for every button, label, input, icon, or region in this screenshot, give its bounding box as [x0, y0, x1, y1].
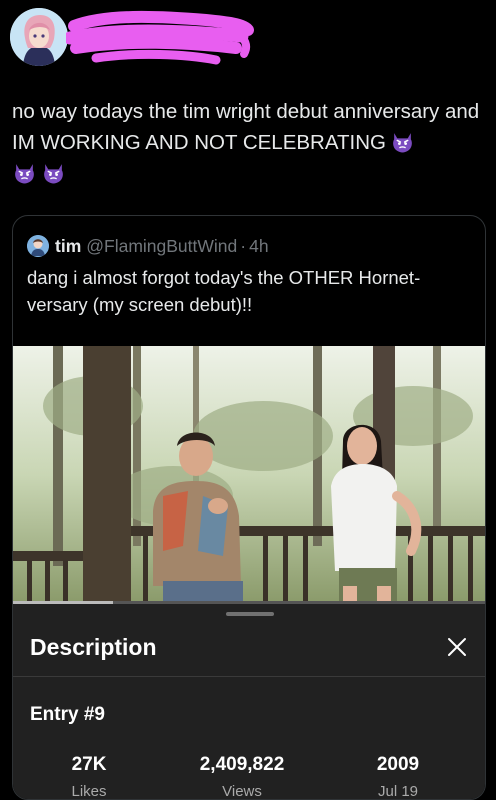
close-icon — [448, 638, 466, 656]
likes-count: 27K — [71, 754, 107, 775]
angry-devil-emoji — [41, 160, 66, 185]
date-stat: 2009 Jul 19 — [338, 754, 458, 800]
views-count: 2,409,822 — [199, 754, 285, 775]
quoted-post-card[interactable]: tim @FlamingButtWind · 4h dang i almost … — [12, 215, 486, 800]
angry-devil-emoji — [390, 129, 415, 154]
likes-label: Likes — [71, 783, 107, 800]
drag-handle[interactable] — [226, 612, 274, 616]
separator-dot: · — [240, 235, 247, 256]
quoted-author-avatar[interactable] — [27, 235, 49, 257]
quoted-post-timestamp[interactable]: 4h — [249, 236, 268, 257]
quoted-post-text: dang i almost forgot today's the OTHER H… — [27, 267, 421, 315]
quoted-author-handle[interactable]: @FlamingButtWind — [86, 236, 237, 257]
description-panel: Description Entry #9 27K Likes 2,409,822… — [13, 604, 485, 800]
description-title: Description — [30, 634, 157, 660]
redacted-username-scribble — [66, 10, 254, 65]
close-button[interactable] — [443, 633, 471, 661]
views-stat: 2,409,822 Views — [182, 754, 302, 800]
divider — [13, 676, 485, 677]
author-avatar[interactable] — [10, 8, 68, 66]
date-label: Jul 19 — [377, 783, 419, 800]
video-frame-image — [13, 346, 485, 604]
post-text: no way todays the tim wright debut anniv… — [12, 96, 486, 189]
quoted-post-header: tim @FlamingButtWind · 4h — [27, 234, 269, 258]
entry-title: Entry #9 — [30, 704, 105, 725]
year-value: 2009 — [376, 754, 420, 775]
angry-devil-emoji — [12, 160, 37, 185]
quoted-author-name[interactable]: tim — [55, 236, 81, 257]
likes-stat: 27K Likes — [29, 754, 149, 800]
views-label: Views — [222, 783, 262, 800]
video-player[interactable] — [13, 346, 485, 604]
